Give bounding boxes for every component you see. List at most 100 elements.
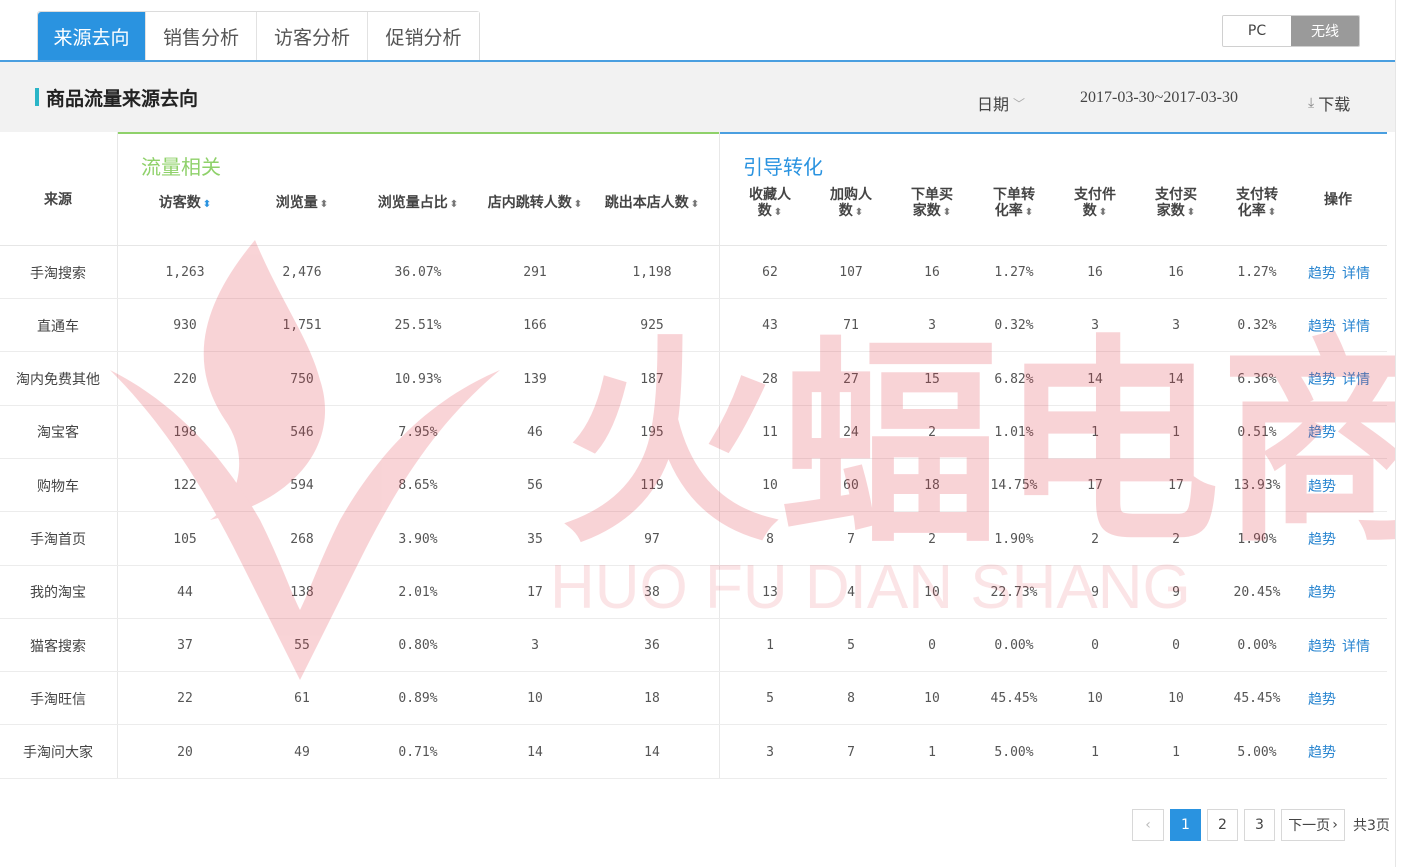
sort-icon[interactable]: ⬍: [1025, 207, 1033, 218]
cell-visitors: 1,263: [165, 265, 205, 280]
trend-link[interactable]: 趋势: [1308, 742, 1336, 762]
cell-pageviews: 546: [290, 424, 314, 440]
header-order-buyers[interactable]: 下单买 家数 ⬍: [902, 184, 962, 224]
sort-icon[interactable]: ⬍: [320, 199, 328, 210]
cell-pv-share: 0.71%: [398, 744, 438, 760]
header-pv-share[interactable]: 浏览量占比 ⬍: [363, 184, 473, 224]
page-3-button[interactable]: 3: [1244, 809, 1275, 841]
header-pay-rate[interactable]: 支付转 化率 ⬍: [1227, 184, 1287, 224]
tab-promotion[interactable]: 促销分析: [368, 12, 479, 61]
sort-icon[interactable]: ⬍: [1099, 207, 1107, 218]
cell-order-buyers: 10: [924, 584, 940, 600]
tab-visitors[interactable]: 访客分析: [257, 12, 368, 61]
header-cart-add[interactable]: 加购人数 ⬍: [821, 184, 881, 224]
header-pageviews[interactable]: 浏览量 ⬍: [252, 184, 352, 224]
cell-order-buyers: 3: [928, 318, 936, 334]
cell-pay-rate: 1.90%: [1237, 531, 1277, 547]
sort-icon[interactable]: ⬍: [1268, 207, 1276, 218]
cell-inner-jump: 56: [527, 478, 543, 494]
cell-pay-rate: 0.51%: [1237, 424, 1277, 440]
trend-link[interactable]: 趋势: [1308, 636, 1336, 656]
table-row: 淘内免费其他 220 750 10.93% 139 187 28 27 15 6.82% 14 14 6…: [0, 353, 1387, 406]
wireless-button[interactable]: 无线: [1291, 16, 1359, 46]
download-icon: ⤓: [1308, 95, 1315, 111]
page-1-button[interactable]: 1: [1170, 809, 1201, 841]
trend-link[interactable]: 趋势: [1308, 422, 1336, 442]
section-title: 商品流量来源去向: [46, 88, 199, 110]
trend-link[interactable]: 趋势: [1308, 529, 1336, 549]
trend-link[interactable]: 趋势: [1308, 689, 1336, 709]
detail-link[interactable]: 详情: [1342, 316, 1370, 336]
cell-pay-items: 1: [1091, 744, 1099, 760]
detail-link[interactable]: 详情: [1342, 369, 1370, 389]
sort-icon[interactable]: ⬍: [574, 199, 582, 210]
pc-button[interactable]: PC: [1223, 16, 1291, 46]
sort-icon[interactable]: ⬍: [450, 199, 458, 210]
cell-pageviews: 49: [294, 744, 310, 760]
cell-pay-rate: 1.27%: [1237, 265, 1277, 280]
cell-order-rate: 14.75%: [990, 478, 1038, 494]
header-label-line1: 支付买: [1155, 187, 1197, 203]
cell-pay-buyers: 2: [1172, 531, 1180, 547]
conversion-group-line: [720, 132, 1387, 134]
page-2-button[interactable]: 2: [1207, 809, 1238, 841]
tab-source[interactable]: 来源去向: [38, 12, 146, 61]
date-range[interactable]: 2017-03-30~2017-03-30: [1080, 89, 1238, 107]
cell-pay-buyers: 10: [1168, 691, 1184, 707]
page-scrollbar[interactable]: [1395, 0, 1407, 867]
sort-icon[interactable]: ⬍: [774, 207, 782, 218]
detail-link[interactable]: 详情: [1342, 263, 1370, 283]
cell-order-buyers: 16: [924, 265, 940, 280]
cell-favorites: 62: [762, 265, 778, 280]
header-label-line2: 家数: [1156, 203, 1185, 219]
trend-link[interactable]: 趋势: [1308, 476, 1336, 496]
header-order-rate[interactable]: 下单转 化率 ⬍: [984, 184, 1044, 224]
header-label-wrap: 店内跳转人数 ⬍: [488, 195, 582, 213]
header-label-wrap: 来源: [44, 192, 72, 208]
cell-source: 猫客搜索: [30, 638, 86, 655]
cell-pageviews: 594: [290, 478, 314, 494]
cell-order-rate: 0.32%: [994, 318, 1034, 334]
header-pay-items[interactable]: 支付件数 ⬍: [1065, 184, 1125, 224]
header-visitors[interactable]: 访客数 ⬍: [130, 184, 240, 224]
cell-visitors: 220: [173, 371, 197, 387]
cell-visitors: 105: [173, 531, 197, 547]
cell-order-buyers: 18: [924, 478, 940, 494]
table-row: 淘宝客 198 546 7.95% 46 195 11 24 2 1.01% 1 1 0.51% 趋势: [0, 406, 1387, 459]
date-dropdown[interactable]: 日期 ﹀: [977, 91, 1025, 115]
cell-pv-share: 0.80%: [398, 638, 438, 654]
sort-icon[interactable]: ⬍: [691, 199, 699, 210]
table-row: 手淘问大家 20 49 0.71% 14 14 3 7 1 5.00% 1 1 5.00% 趋势: [0, 726, 1387, 779]
download-button[interactable]: ⤓ 下载: [1308, 91, 1350, 115]
sort-icon[interactable]: ⬍: [1187, 207, 1195, 218]
sort-icon[interactable]: ⬍: [943, 207, 951, 218]
cell-exit: 14: [644, 744, 660, 760]
tab-sales[interactable]: 销售分析: [146, 12, 257, 61]
ops-cell: 趋势: [1308, 566, 1383, 619]
ops-cell: 趋势 详情: [1308, 246, 1383, 299]
trend-link[interactable]: 趋势: [1308, 263, 1336, 283]
cell-favorites: 10: [762, 478, 778, 494]
cell-pay-rate: 6.36%: [1237, 371, 1277, 387]
table-row: 手淘旺信 22 61 0.89% 10 18 5 8 10 45.45% 10 10 45.45% 趋势: [0, 672, 1387, 726]
cell-pay-buyers: 3: [1172, 318, 1180, 334]
cell-order-buyers: 15: [924, 371, 940, 387]
header-favorites[interactable]: 收藏人数 ⬍: [740, 184, 800, 224]
header-pay-buyers[interactable]: 支付买 家数 ⬍: [1146, 184, 1206, 224]
header-inner-jump[interactable]: 店内跳转人数 ⬍: [479, 184, 591, 224]
trend-link[interactable]: 趋势: [1308, 369, 1336, 389]
cell-inner-jump: 14: [527, 744, 543, 760]
trend-link[interactable]: 趋势: [1308, 582, 1336, 602]
cell-pv-share: 25.51%: [394, 318, 442, 334]
header-exit[interactable]: 跳出本店人数 ⬍: [595, 184, 710, 224]
sort-icon[interactable]: ⬍: [855, 207, 863, 218]
prev-page-button[interactable]: ‹: [1132, 809, 1164, 841]
sort-icon[interactable]: ⬍: [203, 199, 211, 210]
header-label-line1: 加购人: [830, 187, 872, 203]
cell-favorites: 11: [762, 424, 778, 440]
cell-exit: 925: [640, 318, 664, 334]
trend-link[interactable]: 趋势: [1308, 316, 1336, 336]
next-page-button[interactable]: 下一页 ›: [1281, 809, 1345, 841]
cell-visitors: 198: [173, 424, 197, 440]
detail-link[interactable]: 详情: [1342, 636, 1370, 656]
